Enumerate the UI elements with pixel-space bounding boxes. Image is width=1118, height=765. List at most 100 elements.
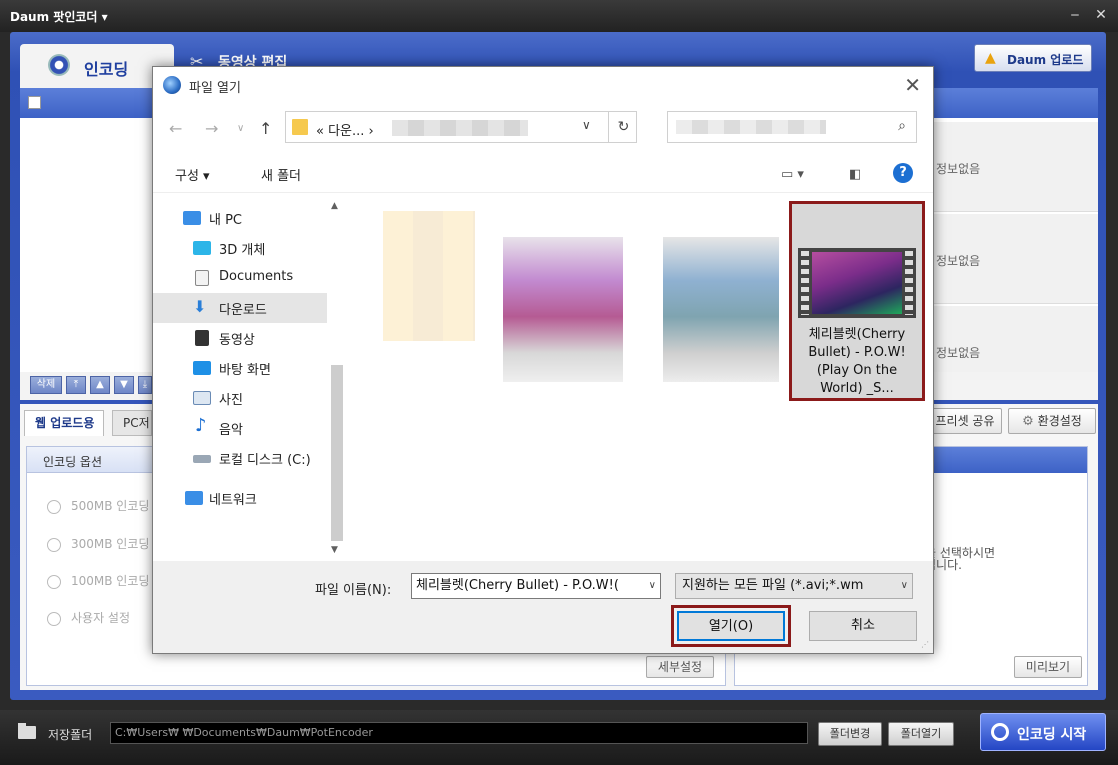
tree-item-local-disk[interactable]: 로컬 디스크 (C:) [153, 443, 327, 473]
organize-button[interactable]: 구성 ▾ [175, 165, 210, 184]
change-folder-button[interactable]: 폴더변경 [818, 722, 882, 746]
tab-encoding[interactable]: 인코딩 [20, 44, 174, 88]
tab-web-upload[interactable]: 웹 업로드용 [24, 410, 104, 436]
open-folder-button[interactable]: 폴더열기 [888, 722, 954, 746]
close-icon[interactable]: ✕ [904, 73, 921, 97]
preview-button[interactable]: 미리보기 [1014, 656, 1082, 678]
daum-upload-button[interactable]: ▲ Daum 업로드 [974, 44, 1092, 72]
help-icon[interactable]: ? [893, 163, 913, 183]
preset-share-button[interactable]: 프리셋 공유 [928, 408, 1002, 434]
network-icon [185, 491, 203, 505]
forward-arrow-icon[interactable]: → [205, 119, 218, 138]
tree-item-label: 내 PC [209, 213, 243, 228]
cancel-button[interactable]: 취소 [809, 611, 917, 641]
film-reel-icon [48, 54, 70, 76]
no-info-text: 정보없음 [936, 162, 981, 176]
back-arrow-icon[interactable]: ← [169, 119, 182, 138]
upload-arrow-icon: ▲ [985, 50, 996, 66]
new-folder-button[interactable]: 새 폴더 [261, 165, 301, 184]
start-encoding-button[interactable]: 인코딩 시작 [980, 713, 1106, 751]
tree-item-my-pc[interactable]: 내 PC [153, 203, 327, 233]
file-name-label: 체리블렛(Cherry Bullet) - P.O.W!(Play On the… [808, 327, 906, 396]
tree-item-music[interactable]: ♪ 음악 [153, 413, 327, 443]
scrollbar-thumb[interactable] [331, 365, 343, 541]
scroll-up-arrow-icon[interactable]: ▲ [331, 201, 338, 211]
tree-scrollbar[interactable]: ▲ ▼ [327, 195, 347, 561]
tree-item-videos[interactable]: 동영상 [153, 323, 327, 353]
navigation-bar: ← → ∨ ↑ « 다운... › ∨ ↻ ⌕ [153, 107, 933, 147]
download-icon: ⬇ [193, 297, 207, 316]
move-bottom-button[interactable]: ⤓ [138, 376, 152, 394]
resize-grip-icon[interactable]: ⋰ [921, 640, 929, 649]
chevron-down-icon[interactable]: ∨ [644, 574, 656, 598]
film-strip-icon [801, 251, 809, 315]
tree-item-label: 로컬 디스크 (C:) [219, 453, 311, 468]
video-thumbnail [798, 248, 916, 318]
selected-video-file[interactable]: 체리블렛(Cherry Bullet) - P.O.W!(Play On the… [789, 201, 925, 401]
save-folder-label: 저장폴더 [48, 728, 93, 742]
tree-item-network[interactable]: 네트워크 [153, 483, 327, 513]
document-icon [195, 270, 209, 286]
refresh-icon[interactable]: ↻ [608, 112, 638, 142]
open-button[interactable]: 열기(O) [677, 611, 785, 641]
option-300mb[interactable]: 300MB 인코딩 [47, 535, 149, 552]
scroll-down-arrow-icon[interactable]: ▼ [331, 545, 338, 555]
tree-item-downloads[interactable]: ⬇ 다운로드 [153, 293, 327, 323]
music-icon: ♪ [195, 415, 207, 436]
tab-encoding-label: 인코딩 [84, 60, 129, 79]
gear-icon: ⚙ [1022, 414, 1034, 429]
tree-item-3d-objects[interactable]: 3D 개체 [153, 233, 327, 263]
delete-button[interactable]: 삭제 [30, 376, 62, 394]
detail-settings-button[interactable]: 세부설정 [646, 656, 714, 678]
minimize-button[interactable]: ‒ [1066, 6, 1084, 24]
file-name-input[interactable]: 체리블렛(Cherry Bullet) - P.O.W!( ∨ [411, 573, 661, 599]
file-item[interactable] [663, 237, 779, 382]
option-100mb[interactable]: 100MB 인코딩 [47, 572, 149, 589]
search-input[interactable]: ⌕ [667, 111, 917, 143]
move-up-button[interactable]: ▲ [90, 376, 110, 394]
chevron-down-icon[interactable]: ∨ [582, 118, 591, 132]
app-title[interactable]: Daum 팟인코더 ▾ [10, 8, 108, 25]
list-item-info: 정보없음 [933, 214, 1098, 304]
dialog-title-bar: 파일 열기 ✕ [153, 67, 933, 103]
tree-item-label: 바탕 화면 [219, 363, 271, 378]
select-all-checkbox[interactable] [28, 96, 41, 109]
file-type-select[interactable]: 지원하는 모든 파일 (*.avi;*.wm ∨ [675, 573, 913, 599]
picture-icon [193, 391, 211, 405]
radio-icon [47, 611, 61, 626]
preview-pane-icon[interactable]: ◧ [849, 167, 861, 182]
tree-item-label: Documents [219, 269, 294, 284]
file-item[interactable] [503, 237, 623, 382]
tree-item-label: 네트워크 [209, 493, 257, 508]
recent-locations-chevron-icon[interactable]: ∨ [237, 123, 244, 134]
desktop-icon [193, 361, 211, 375]
close-button[interactable]: ✕ [1092, 6, 1110, 24]
redacted-search-placeholder [676, 120, 826, 134]
settings-button[interactable]: ⚙ 환경설정 [1008, 408, 1096, 434]
move-top-button[interactable]: ⤒ [66, 376, 86, 394]
tree-item-documents[interactable]: Documents [153, 263, 327, 293]
address-bar[interactable]: « 다운... › ∨ ↻ [285, 111, 637, 143]
option-500mb[interactable]: 500MB 인코딩 [47, 497, 149, 514]
tab-pc-save[interactable]: PC저 [112, 410, 152, 436]
encoding-options-title: 인코딩 옵션 [43, 455, 103, 469]
option-custom[interactable]: 사용자 설정 [47, 609, 130, 626]
move-down-button[interactable]: ▼ [114, 376, 134, 394]
list-item-info: 정보없음 [933, 122, 1098, 212]
view-options-icon[interactable]: ▭ ▾ [781, 167, 804, 182]
tree-item-pictures[interactable]: 사진 [153, 383, 327, 413]
folder-icon [292, 119, 308, 135]
option-label: 500MB 인코딩 [71, 499, 150, 513]
file-item[interactable] [383, 211, 475, 341]
tree-item-desktop[interactable]: 바탕 화면 [153, 353, 327, 383]
up-arrow-icon[interactable]: ↑ [259, 119, 272, 138]
option-label: 100MB 인코딩 [71, 574, 150, 588]
option-label: 사용자 설정 [71, 611, 131, 625]
file-name-label: 파일 이름(N): [315, 583, 392, 598]
daum-upload-label: Daum 업로드 [1007, 53, 1084, 67]
chevron-down-icon[interactable]: ∨ [896, 574, 908, 598]
search-icon: ⌕ [898, 118, 906, 134]
save-path-field[interactable]: C:₩Users₩ ₩Documents₩Daum₩PotEncoder [110, 722, 808, 744]
app-icon [163, 76, 181, 94]
radio-icon [47, 574, 61, 589]
